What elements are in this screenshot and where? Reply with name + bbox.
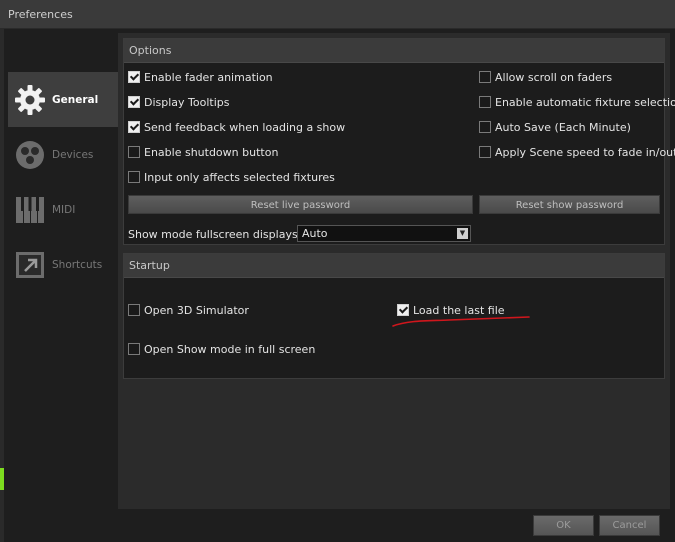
- open-3d-simulator-checkbox[interactable]: Open 3D Simulator: [128, 303, 249, 317]
- window-title: Preferences: [8, 8, 73, 21]
- checkbox-box[interactable]: [128, 343, 140, 355]
- scene-speed-fade-checkbox[interactable]: Apply Scene speed to fade in/out: [479, 145, 675, 159]
- main-panel: Options Enable fader animation Display T…: [118, 33, 675, 509]
- sidebar-item-label: Devices: [52, 148, 94, 161]
- checkbox-label: Allow scroll on faders: [495, 70, 613, 84]
- checkbox-box[interactable]: [128, 96, 140, 108]
- devices-icon: [14, 139, 46, 171]
- sidebar-item-label: General: [52, 93, 99, 106]
- checkbox-box[interactable]: [128, 121, 140, 133]
- select-value: Auto: [302, 227, 328, 240]
- display-tooltips-checkbox[interactable]: Display Tooltips: [128, 95, 230, 109]
- piano-icon: [14, 194, 46, 226]
- sidebar-item-midi[interactable]: MIDI: [8, 182, 118, 237]
- checkbox-label: Auto Save (Each Minute): [495, 120, 631, 134]
- checkbox-label: Open 3D Simulator: [144, 303, 249, 317]
- sidebar-item-shortcuts[interactable]: Shortcuts: [8, 237, 118, 292]
- checkbox-box[interactable]: [128, 71, 140, 83]
- enable-fader-animation-checkbox[interactable]: Enable fader animation: [128, 70, 273, 84]
- ok-button[interactable]: OK: [533, 515, 594, 536]
- checkbox-box[interactable]: [128, 171, 140, 183]
- sidebar-item-label: MIDI: [52, 203, 76, 216]
- auto-save-checkbox[interactable]: Auto Save (Each Minute): [479, 120, 631, 134]
- checkbox-box[interactable]: [479, 96, 491, 108]
- options-group: Options Enable fader animation Display T…: [123, 38, 675, 245]
- green-indicator: [0, 468, 4, 490]
- checkbox-label: Open Show mode in full screen: [144, 342, 316, 356]
- reset-live-password-button[interactable]: Reset live password: [128, 195, 473, 214]
- red-underline-annotation: [392, 316, 530, 327]
- auto-fixture-selection-checkbox[interactable]: Enable automatic fixture selection: [479, 95, 675, 109]
- checkbox-label: Apply Scene speed to fade in/out: [495, 145, 675, 159]
- checkbox-label: Enable shutdown button: [144, 145, 279, 159]
- send-feedback-checkbox[interactable]: Send feedback when loading a show: [128, 120, 345, 134]
- input-only-selected-checkbox[interactable]: Input only affects selected fixtures: [128, 170, 335, 184]
- gear-icon: [14, 84, 46, 116]
- checkbox-box[interactable]: [128, 304, 140, 316]
- options-header: Options: [124, 39, 664, 63]
- checkbox-box[interactable]: [128, 146, 140, 158]
- checkbox-label: Input only affects selected fixtures: [144, 170, 335, 184]
- reset-show-password-button[interactable]: Reset show password: [479, 195, 660, 214]
- sidebar-item-devices[interactable]: Devices: [8, 127, 118, 182]
- checkbox-box[interactable]: [479, 71, 491, 83]
- sidebar-item-label: Shortcuts: [52, 258, 103, 271]
- left-edge-strip: [0, 28, 4, 542]
- chevron-down-icon[interactable]: ▼: [457, 228, 468, 239]
- startup-header: Startup: [124, 254, 664, 278]
- shortcut-arrow-icon: [14, 249, 46, 281]
- allow-scroll-faders-checkbox[interactable]: Allow scroll on faders: [479, 70, 612, 84]
- checkbox-label: Enable automatic fixture selection: [495, 95, 675, 109]
- fullscreen-display-select[interactable]: Auto ▼: [297, 225, 471, 242]
- checkbox-label: Send feedback when loading a show: [144, 120, 346, 134]
- checkbox-label: Display Tooltips: [144, 95, 230, 109]
- checkbox-box[interactable]: [479, 121, 491, 133]
- open-show-fullscreen-checkbox[interactable]: Open Show mode in full screen: [128, 342, 315, 356]
- fullscreen-display-label: Show mode fullscreen displays on:: [128, 228, 319, 241]
- checkbox-label: Enable fader animation: [144, 70, 273, 84]
- cancel-button[interactable]: Cancel: [599, 515, 660, 536]
- checkbox-box[interactable]: [479, 146, 491, 158]
- sidebar-item-general[interactable]: General: [8, 72, 118, 127]
- enable-shutdown-button-checkbox[interactable]: Enable shutdown button: [128, 145, 278, 159]
- startup-group: Startup Open 3D Simulator Load the last …: [123, 253, 665, 379]
- sidebar: General Devices MIDI Shortcuts: [8, 72, 118, 292]
- title-bar: Preferences: [0, 0, 675, 29]
